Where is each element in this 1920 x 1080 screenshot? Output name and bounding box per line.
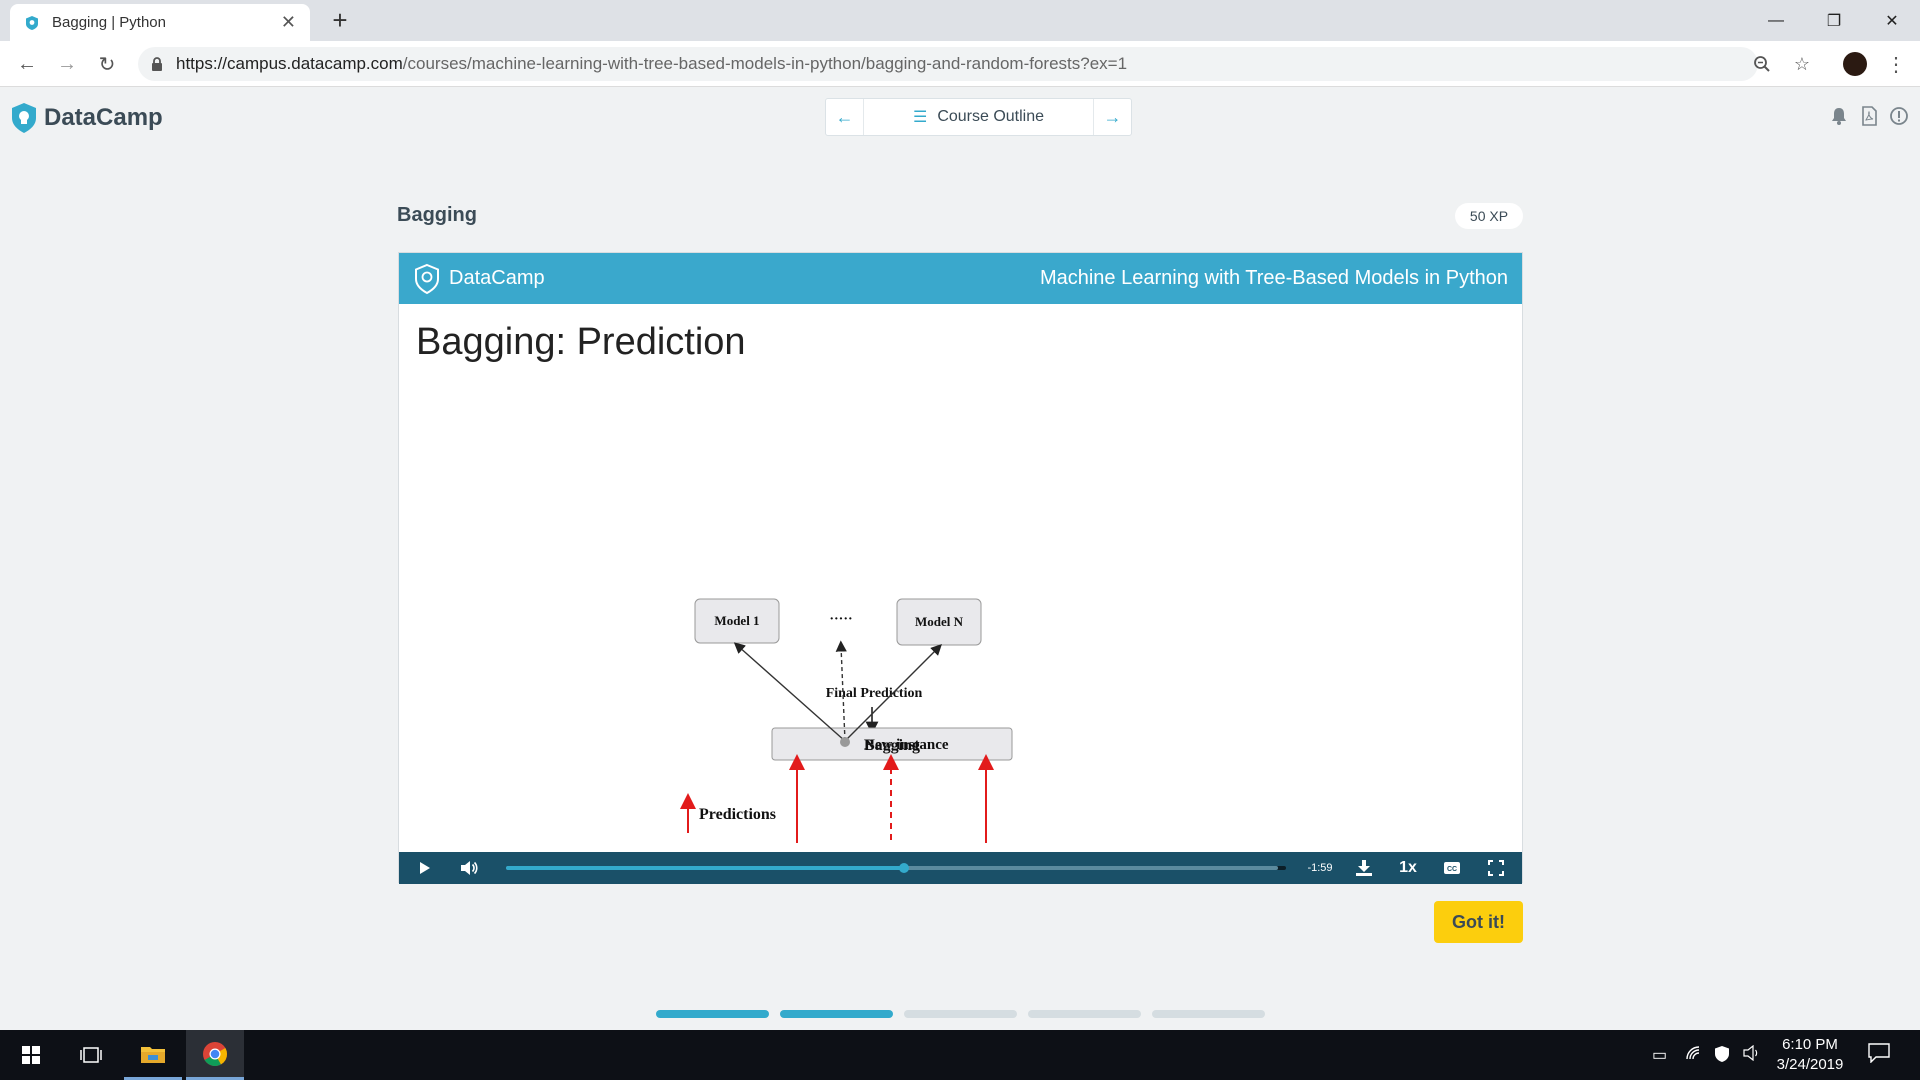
models-ellipsis: ····· bbox=[829, 612, 852, 627]
clock-date: 3/24/2019 bbox=[1776, 1056, 1844, 1073]
progress-step-2 bbox=[780, 1010, 893, 1018]
info-icon[interactable] bbox=[1887, 104, 1911, 128]
browser-menu-icon[interactable]: ⋮ bbox=[1886, 52, 1906, 77]
pdf-icon[interactable] bbox=[1857, 104, 1881, 128]
xp-badge: 50 XP bbox=[1455, 203, 1523, 229]
datacamp-brand: DataCamp bbox=[44, 104, 163, 131]
windows-start-icon[interactable] bbox=[2, 1030, 60, 1080]
reload-icon[interactable]: ↻ bbox=[92, 49, 122, 79]
speaker-icon[interactable] bbox=[1743, 1044, 1761, 1066]
slide-brand: DataCamp bbox=[449, 267, 545, 289]
file-explorer-icon[interactable] bbox=[124, 1030, 182, 1080]
minimize-button[interactable]: — bbox=[1747, 0, 1805, 41]
bell-icon[interactable] bbox=[1827, 104, 1851, 128]
security-shield-icon[interactable] bbox=[1714, 1045, 1730, 1068]
forward-icon[interactable]: → bbox=[52, 49, 82, 79]
new-instance-label: New instance bbox=[864, 737, 949, 753]
wifi-icon[interactable] bbox=[1685, 1045, 1703, 1066]
datacamp-header: DataCamp ← ☰ Course Outline → bbox=[0, 88, 1920, 144]
bagging-diagram-models: Model 1 ····· Model N New instance bbox=[694, 598, 982, 753]
got-it-button[interactable]: Got it! bbox=[1434, 901, 1523, 943]
video-progress-bar[interactable] bbox=[506, 863, 1286, 873]
browser-tab[interactable]: Bagging | Python ✕ bbox=[10, 4, 310, 41]
instance-to-modeln-arrow bbox=[844, 644, 942, 742]
lock-icon bbox=[152, 57, 162, 71]
scrubber-handle[interactable] bbox=[898, 863, 909, 873]
url-host: https://campus.datacamp.com bbox=[176, 54, 403, 73]
notifications-icon[interactable] bbox=[1868, 1043, 1890, 1068]
slide-datacamp-shield-icon bbox=[415, 263, 439, 294]
course-outline-label: Course Outline bbox=[937, 108, 1045, 125]
play-icon[interactable] bbox=[403, 852, 447, 884]
browser-toolbar: ← → ↻ https://campus.datacamp.com/course… bbox=[0, 41, 1920, 87]
captions-icon[interactable]: CC bbox=[1430, 852, 1474, 884]
taskbar-clock[interactable]: 6:10 PM 3/24/2019 bbox=[1770, 1035, 1850, 1075]
progress-step-1 bbox=[656, 1010, 769, 1018]
instance-to-model1-arrow bbox=[733, 642, 846, 742]
progress-step-4 bbox=[1028, 1010, 1141, 1018]
exercise-title: Bagging bbox=[397, 204, 477, 226]
progress-step-3 bbox=[904, 1010, 1017, 1018]
video-player[interactable]: DataCamp Machine Learning with Tree-Base… bbox=[398, 252, 1523, 884]
progress-step-5 bbox=[1152, 1010, 1265, 1018]
slide-header: DataCamp Machine Learning with Tree-Base… bbox=[399, 253, 1522, 304]
download-icon[interactable] bbox=[1342, 852, 1386, 884]
back-icon[interactable]: ← bbox=[12, 49, 42, 79]
new-tab-button[interactable]: + bbox=[326, 6, 354, 34]
windows-taskbar: ▭ 6:10 PM 3/24/2019 bbox=[0, 1030, 1920, 1080]
tab-title: Bagging | Python bbox=[52, 14, 166, 31]
course-outline-button[interactable]: ☰ Course Outline bbox=[863, 99, 1094, 135]
chrome-taskbar-icon[interactable] bbox=[186, 1030, 244, 1080]
player-controls: -1:59 1x CC bbox=[399, 852, 1522, 884]
fullscreen-icon[interactable] bbox=[1474, 852, 1518, 884]
zoom-icon[interactable] bbox=[1748, 50, 1776, 78]
datacamp-favicon-icon bbox=[26, 15, 38, 30]
playback-speed-button[interactable]: 1x bbox=[1386, 859, 1430, 877]
url-text: https://campus.datacamp.com/courses/mach… bbox=[176, 54, 1127, 74]
time-remaining: -1:59 bbox=[1307, 862, 1333, 874]
address-bar[interactable]: https://campus.datacamp.com/courses/mach… bbox=[138, 47, 1758, 81]
datacamp-logo[interactable]: DataCamp bbox=[10, 102, 163, 134]
profile-avatar[interactable] bbox=[1843, 52, 1867, 76]
browser-tabstrip: Bagging | Python ✕ + — ❐ ✕ bbox=[0, 0, 1920, 41]
slide-title: Bagging: Prediction bbox=[416, 321, 746, 363]
datacamp-shield-icon bbox=[12, 103, 36, 133]
course-outline-bar: ← ☰ Course Outline → bbox=[825, 98, 1132, 136]
close-tab-icon[interactable]: ✕ bbox=[281, 12, 296, 33]
close-window-button[interactable]: ✕ bbox=[1863, 0, 1920, 41]
task-view-icon[interactable] bbox=[62, 1030, 120, 1080]
model-n-label: Model N bbox=[915, 614, 964, 629]
clock-time: 6:10 PM bbox=[1782, 1036, 1838, 1053]
slide-course-title: Machine Learning with Tree-Based Models … bbox=[1039, 267, 1508, 289]
url-path: /courses/machine-learning-with-tree-base… bbox=[402, 54, 1128, 73]
prev-exercise-icon[interactable]: ← bbox=[826, 99, 863, 135]
played-bar bbox=[506, 866, 904, 870]
battery-icon[interactable]: ▭ bbox=[1652, 1045, 1667, 1065]
next-exercise-icon[interactable]: → bbox=[1094, 99, 1131, 135]
hamburger-icon: ☰ bbox=[912, 109, 928, 126]
instance-to-ellipsis-arrow bbox=[835, 640, 847, 742]
svg-text:CC: CC bbox=[1447, 866, 1457, 873]
model-1-label: Model 1 bbox=[714, 613, 759, 628]
volume-icon[interactable] bbox=[447, 852, 491, 884]
restore-button[interactable]: ❐ bbox=[1805, 0, 1863, 41]
new-instance-node bbox=[840, 737, 850, 747]
bookmark-star-icon[interactable]: ☆ bbox=[1788, 50, 1816, 78]
